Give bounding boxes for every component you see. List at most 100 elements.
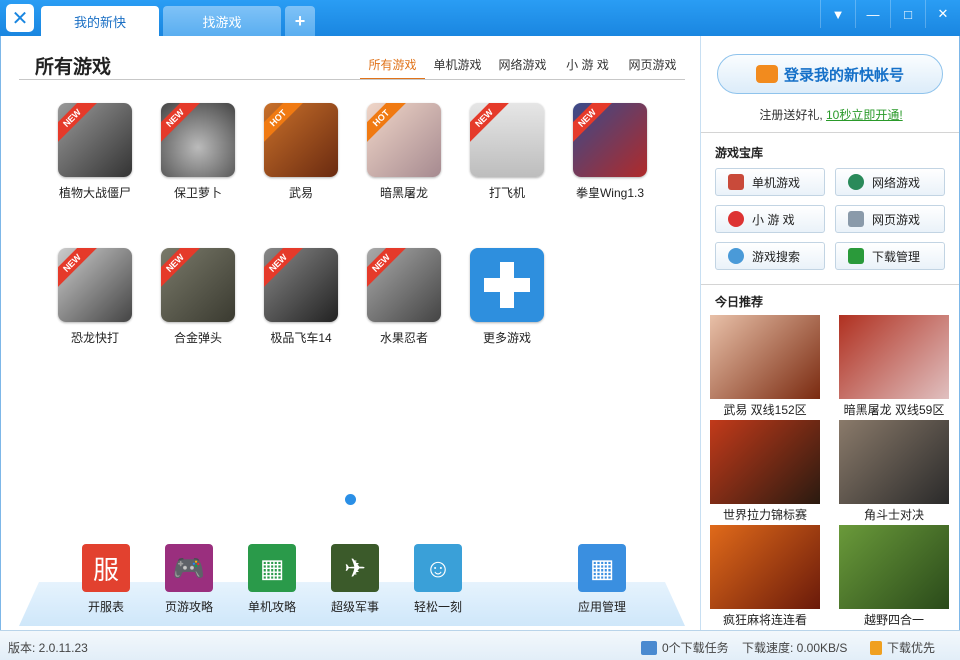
vault-web-button[interactable]: 网页游戏 [835, 205, 945, 233]
priority-label: 下载优先 [887, 641, 936, 655]
recommend-image [710, 315, 820, 399]
new-badge: NEW [470, 103, 511, 145]
recommend-image [710, 420, 820, 504]
tab-online-games[interactable]: 网络游戏 [490, 56, 555, 80]
game-tile[interactable]: NEW 打飞机 [457, 103, 557, 201]
button-label: 游戏搜索 [752, 249, 801, 264]
login-label: 登录我的新快帐号 [783, 66, 904, 84]
new-badge: NEW [58, 248, 99, 290]
tool-server-list[interactable]: 服 开服表 [66, 544, 146, 615]
joystick-icon [728, 211, 744, 227]
divider [701, 132, 959, 133]
minimize-button[interactable]: — [855, 0, 890, 28]
download-tasks[interactable]: 0个下载任务 [641, 639, 729, 656]
tab-my-xinkuai[interactable]: 我的新快 [41, 6, 159, 36]
new-badge: NEW [58, 103, 99, 145]
button-label: 网页游戏 [872, 212, 921, 227]
game-label: 极品飞车14 [270, 331, 332, 345]
game-tile[interactable]: NEW 拳皇Wing1.3 [560, 103, 660, 201]
register-link[interactable]: 10秒立即开通! [826, 108, 903, 122]
recommend-item[interactable]: 世界拉力锦标赛 [709, 420, 821, 523]
recommend-item[interactable]: 暗黑屠龙 双线59区 [838, 315, 950, 418]
divider [701, 284, 959, 285]
menu-dropdown-button[interactable]: ▼ [820, 0, 855, 28]
game-label: 合金弹头 [173, 331, 222, 345]
download-priority[interactable]: 下载优先 [870, 639, 935, 656]
game-tile[interactable]: NEW 极品飞车14 [251, 248, 351, 346]
tool-label: 超级军事 [330, 600, 379, 614]
recommend-image [839, 525, 949, 609]
tab-mini-games[interactable]: 小 游 戏 [555, 56, 620, 80]
tasks-label: 0个下载任务 [662, 641, 729, 655]
game-tile[interactable]: NEW 植物大战僵尸 [45, 103, 145, 201]
game-tile[interactable]: HOT 武易 [251, 103, 351, 201]
game-label: 植物大战僵尸 [58, 186, 131, 200]
button-label: 下载管理 [872, 249, 921, 264]
download-speed: 下载速度: 0.00KB/S [742, 641, 848, 655]
game-icon: NEW [161, 103, 235, 177]
game-icon: NEW [573, 103, 647, 177]
tool-single-guide[interactable]: ▦ 单机攻略 [232, 544, 312, 615]
recommend-item[interactable]: 越野四合一 [838, 525, 950, 628]
game-label: 水果忍者 [379, 331, 428, 345]
more-games-button[interactable]: 更多游戏 [457, 248, 557, 346]
register-promo: 注册送好礼, 10秒立即开通! [701, 106, 960, 123]
tool-label: 应用管理 [577, 600, 626, 614]
tasks-icon [641, 640, 657, 655]
login-button[interactable]: 登录我的新快帐号 [717, 54, 943, 94]
users-icon [755, 65, 778, 83]
tab-find-games[interactable]: 找游戏 [163, 6, 281, 36]
search-icon [728, 248, 744, 264]
game-label: 武易 [288, 186, 313, 200]
new-badge: NEW [573, 103, 614, 145]
title-bar: ✕ 我的新快 找游戏 + ▼ — □ ✕ [0, 0, 960, 36]
register-text: 注册送好礼, [759, 108, 823, 122]
recommend-label: 角斗士对决 [863, 508, 924, 522]
tool-relax[interactable]: ☺ 轻松一刻 [398, 544, 478, 615]
game-label: 拳皇Wing1.3 [575, 186, 645, 200]
vault-mini-button[interactable]: 小 游 戏 [715, 205, 825, 233]
recommend-item[interactable]: 角斗士对决 [838, 420, 950, 523]
game-icon: NEW [367, 248, 441, 322]
recommend-label: 武易 双线152区 [723, 403, 807, 417]
vault-download-button[interactable]: 下载管理 [835, 242, 945, 270]
title-divider [19, 79, 685, 80]
new-badge: NEW [264, 248, 305, 290]
vault-online-button[interactable]: 网络游戏 [835, 168, 945, 196]
game-label: 保卫萝卜 [173, 186, 222, 200]
game-icon: HOT [264, 103, 338, 177]
tab-all-games[interactable]: 所有游戏 [360, 56, 425, 80]
game-icon: NEW [58, 248, 132, 322]
vault-single-player-button[interactable]: 单机游戏 [715, 168, 825, 196]
add-tab-button[interactable]: + [285, 6, 315, 36]
side-panel: 登录我的新快帐号 注册送好礼, 10秒立即开通! 游戏宝库 单机游戏 网络游戏 … [700, 36, 960, 630]
game-label: 暗黑屠龙 [379, 186, 428, 200]
new-badge: NEW [161, 248, 202, 290]
tool-label: 页游攻略 [164, 600, 213, 614]
game-label: 恐龙快打 [70, 331, 119, 345]
recommend-item[interactable]: 疯狂麻将连连看 [709, 525, 821, 628]
game-tile[interactable]: NEW 恐龙快打 [45, 248, 145, 346]
game-icon: NEW [58, 103, 132, 177]
recommend-label: 世界拉力锦标赛 [722, 508, 807, 522]
close-button[interactable]: ✕ [925, 0, 960, 28]
game-tile[interactable]: NEW 保卫萝卜 [148, 103, 248, 201]
app-logo-icon: ✕ [6, 4, 34, 32]
button-label: 单机游戏 [752, 175, 801, 190]
tool-military[interactable]: ✈ 超级军事 [315, 544, 395, 615]
download-icon [848, 248, 864, 264]
tool-app-manager[interactable]: ▦ 应用管理 [562, 544, 642, 615]
plus-icon [470, 248, 544, 322]
page-indicator-dot[interactable] [345, 494, 356, 505]
game-icon: NEW [264, 248, 338, 322]
game-tile[interactable]: NEW 合金弹头 [148, 248, 248, 346]
tab-single-player[interactable]: 单机游戏 [425, 56, 490, 80]
tab-web-games[interactable]: 网页游戏 [620, 56, 685, 80]
maximize-button[interactable]: □ [890, 0, 925, 28]
recommend-item[interactable]: 武易 双线152区 [709, 315, 821, 418]
tool-webgame-guide[interactable]: 🎮 页游攻略 [149, 544, 229, 615]
game-icon: NEW [470, 103, 544, 177]
game-tile[interactable]: NEW 水果忍者 [354, 248, 454, 346]
vault-search-button[interactable]: 游戏搜索 [715, 242, 825, 270]
game-tile[interactable]: HOT 暗黑屠龙 [354, 103, 454, 201]
